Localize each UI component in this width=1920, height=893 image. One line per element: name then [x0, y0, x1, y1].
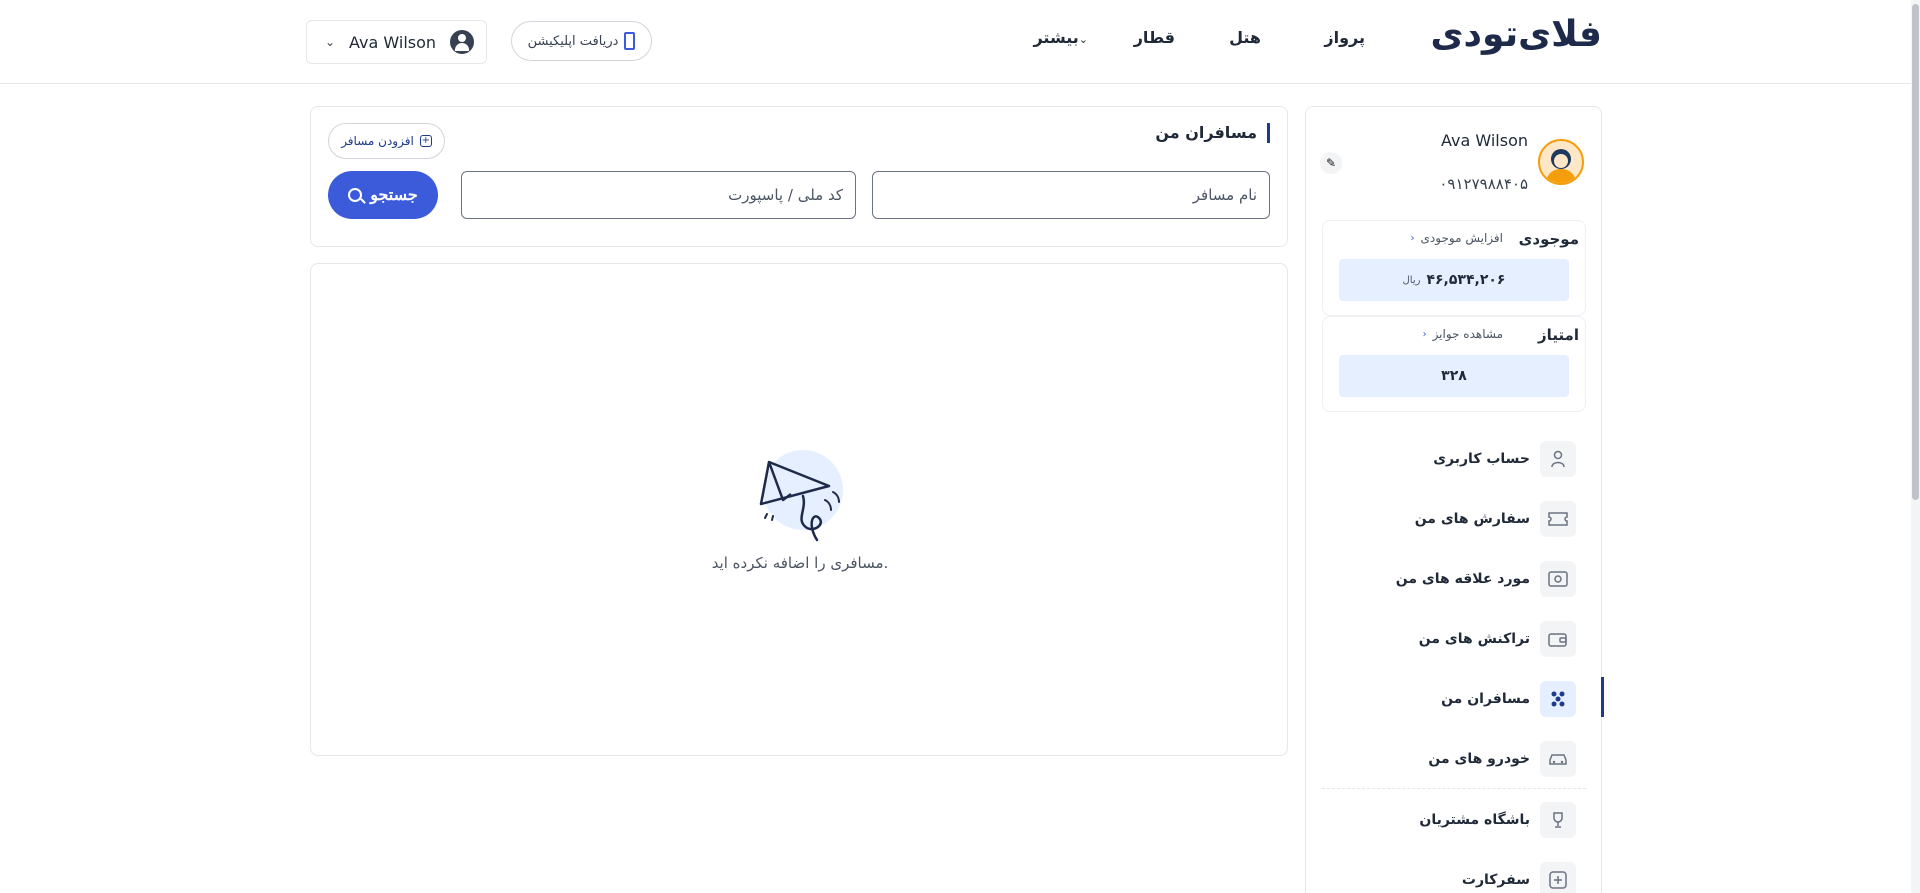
balance-amount: ۴۶,۵۳۴,۲۰۶: [1426, 272, 1506, 288]
sidebar-item-orders[interactable]: سفارش های من: [1306, 493, 1603, 545]
sidebar-item-label: سفرکارت: [1461, 872, 1530, 888]
balance-box: موجودی › افزایش موجودی ریال ۴۶,۵۳۴,۲۰۶: [1322, 220, 1586, 316]
sidebar-item-favorites[interactable]: مورد علاقه های من: [1306, 553, 1603, 605]
balance-value-box: ریال ۴۶,۵۳۴,۲۰۶: [1339, 259, 1569, 301]
nav-more[interactable]: بیشتر⌄: [1033, 28, 1092, 47]
nav-hotel[interactable]: هتل: [1229, 28, 1261, 47]
app-download-button[interactable]: دریافت اپلیکیشن: [511, 21, 652, 61]
page-title: مسافران من: [1155, 123, 1270, 143]
search-button-label: جستجو: [370, 187, 418, 204]
empty-state-message: مسافری را اضافه نکرده اید.: [711, 554, 889, 572]
balance-title: موجودی: [1518, 230, 1579, 248]
chevron-down-icon: ⌄: [1078, 33, 1088, 46]
site-logo[interactable]: فلای‌تودی: [1431, 14, 1603, 55]
profile-phone: ۰۹۱۲۷۹۸۸۴۰۵: [1439, 175, 1528, 193]
profile-name: Ava Wilson: [1441, 131, 1528, 150]
sidebar-item-label: باشگاه مشتریان: [1419, 812, 1530, 828]
points-value-box: ۳۲۸: [1339, 355, 1569, 397]
user-menu-button[interactable]: ⌄ Ava Wilson: [306, 20, 487, 64]
view-rewards-link[interactable]: › مشاهده جوایز: [1423, 327, 1503, 341]
chevron-right-icon: ›: [1422, 328, 1427, 340]
scrollbar-thumb[interactable]: [1912, 4, 1919, 500]
passenger-name-input[interactable]: [872, 171, 1270, 219]
wallet-icon: [1540, 621, 1576, 657]
increase-balance-link[interactable]: › افزایش موجودی: [1411, 231, 1503, 245]
sidebar-item-label: خودرو های من: [1428, 751, 1530, 767]
sidebar-item-label: مورد علاقه های من: [1395, 571, 1530, 587]
add-passenger-button[interactable]: افزودن مسافر +: [328, 123, 445, 159]
search-icon: [348, 188, 363, 202]
plus-icon: +: [419, 135, 432, 147]
car-icon: [1540, 741, 1576, 777]
favorite-icon: [1540, 561, 1576, 597]
paper-plane-icon: [759, 450, 843, 542]
passengers-list-card: مسافری را اضافه نکرده اید.: [310, 263, 1288, 756]
sidebar-item-label: تراکنش های من: [1418, 631, 1530, 647]
account-sidebar: Ava Wilson ۰۹۱۲۷۹۸۸۴۰۵ ✎ موجودی › افزایش…: [1305, 106, 1604, 893]
ticket-icon: [1540, 501, 1576, 537]
search-button[interactable]: جستجو: [328, 171, 438, 219]
currency-unit: ریال: [1402, 274, 1421, 286]
points-box: امتیاز › مشاهده جوایز ۳۲۸: [1322, 316, 1586, 412]
chevron-down-icon: ⌄: [325, 35, 336, 49]
sidebar-item-safarcard[interactable]: سفرکارت: [1306, 854, 1603, 893]
view-rewards-label: مشاهده جوایز: [1432, 327, 1503, 341]
menu-divider: [1322, 788, 1586, 789]
chevron-right-icon: ›: [1410, 232, 1415, 244]
avatar: [1538, 139, 1584, 185]
phone-icon: [624, 32, 636, 50]
top-header: فلای‌تودی پرواز هتل قطار بیشتر⌄ دریافت ا…: [0, 0, 1920, 84]
national-id-input[interactable]: [461, 171, 856, 219]
sidebar-item-label: سفارش های من: [1414, 511, 1530, 527]
user-icon: [1540, 441, 1576, 477]
add-passenger-label: افزودن مسافر: [341, 134, 414, 148]
increase-balance-label: افزایش موجودی: [1420, 231, 1503, 245]
sidebar-item-account[interactable]: حساب کاربری: [1306, 433, 1603, 485]
nav-flight[interactable]: پرواز: [1324, 28, 1365, 47]
passengers-icon: [1540, 681, 1576, 717]
nav-train[interactable]: قطار: [1134, 28, 1175, 47]
trophy-icon: [1540, 802, 1576, 838]
app-download-label: دریافت اپلیکیشن: [527, 33, 619, 49]
points-title: امتیاز: [1538, 326, 1579, 344]
plus-card-icon: [1540, 862, 1576, 893]
nav-more-label: بیشتر: [1033, 28, 1079, 47]
sidebar-item-label: حساب کاربری: [1433, 451, 1530, 467]
user-name: Ava Wilson: [349, 32, 437, 52]
passengers-search-card: مسافران من افزودن مسافر + جستجو: [310, 106, 1288, 247]
sidebar-item-passengers[interactable]: مسافران من: [1306, 673, 1604, 725]
edit-icon[interactable]: ✎: [1320, 152, 1342, 174]
sidebar-item-cars[interactable]: خودرو های من: [1306, 733, 1603, 785]
sidebar-item-label: مسافران من: [1441, 691, 1530, 707]
user-circle-icon: [450, 30, 474, 54]
sidebar-item-club[interactable]: باشگاه مشتریان: [1306, 794, 1603, 846]
points-amount: ۳۲۸: [1441, 368, 1467, 384]
page-scrollbar[interactable]: [1911, 0, 1920, 893]
sidebar-item-transactions[interactable]: تراکنش های من: [1306, 613, 1603, 665]
